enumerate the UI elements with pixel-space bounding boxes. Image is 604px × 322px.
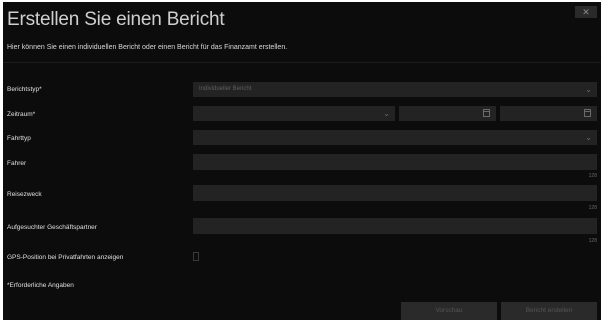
- calendar-icon[interactable]: [584, 109, 591, 117]
- vehicle-type-select[interactable]: ⌄: [193, 130, 597, 145]
- period-label: Zeitraum*: [7, 111, 36, 118]
- dialog-title: Erstellen Sie einen Bericht: [7, 9, 225, 30]
- period-from-date[interactable]: [399, 106, 496, 121]
- gps-label: GPS-Position bei Privatfahrten anzeigen: [7, 254, 124, 261]
- partner-label: Aufgesuchter Geschäftspartner: [7, 224, 97, 231]
- divider: [3, 62, 601, 63]
- chevron-down-icon: ⌄: [383, 109, 390, 118]
- period-to-date[interactable]: [500, 106, 597, 121]
- partner-input[interactable]: [193, 218, 597, 234]
- period-select[interactable]: ⌄: [193, 106, 395, 121]
- create-report-button[interactable]: Bericht erstellen: [501, 302, 597, 320]
- purpose-input[interactable]: [193, 185, 597, 201]
- driver-char-counter: 128: [588, 173, 597, 179]
- required-note: *Erforderliche Angaben: [7, 282, 74, 289]
- driver-label: Fahrer: [7, 160, 27, 167]
- calendar-icon[interactable]: [483, 109, 490, 117]
- report-type-label: Berichtstyp*: [7, 86, 42, 93]
- create-report-dialog: Erstellen Sie einen Bericht ✕ Hier könne…: [3, 2, 601, 320]
- gps-checkbox[interactable]: [193, 252, 199, 261]
- close-icon[interactable]: ✕: [575, 6, 597, 18]
- purpose-label: Reisezweck: [7, 191, 42, 198]
- chevron-down-icon: ⌄: [585, 133, 592, 142]
- report-type-select[interactable]: Individueller Bericht ⌄: [193, 82, 597, 97]
- report-type-value: Individueller Bericht: [199, 86, 252, 92]
- vehicle-type-label: Fahrttyp: [7, 135, 31, 142]
- chevron-down-icon: ⌄: [585, 85, 592, 94]
- driver-input[interactable]: [193, 154, 597, 170]
- intro-text: Hier können Sie einen individuellen Beri…: [7, 44, 288, 51]
- partner-char-counter: 128: [588, 238, 597, 244]
- purpose-char-counter: 128: [588, 205, 597, 211]
- preview-button[interactable]: Vorschau: [401, 302, 497, 320]
